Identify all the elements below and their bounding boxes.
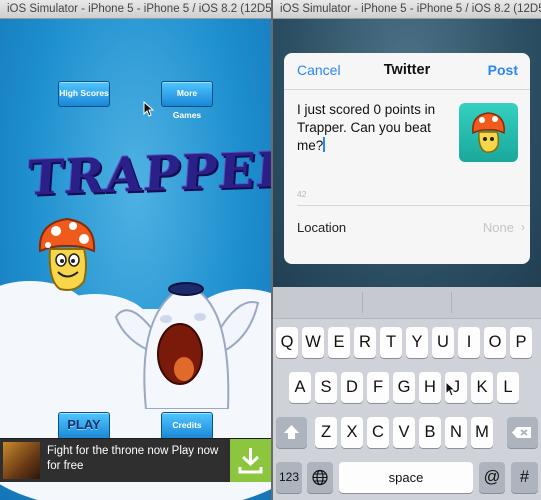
shift-key[interactable] bbox=[276, 417, 307, 448]
attached-image bbox=[459, 103, 518, 162]
chevron-right-icon: › bbox=[521, 220, 525, 234]
key-m[interactable]: M bbox=[471, 417, 493, 448]
play-button[interactable]: PLAY bbox=[58, 412, 110, 440]
tweet-text-field[interactable]: I just scored 0 points in Trapper. Can y… bbox=[297, 101, 457, 155]
keyboard: Q W E R T Y U I O P A S D F G H J K L Z … bbox=[273, 287, 541, 500]
key-b[interactable]: B bbox=[419, 417, 441, 448]
ad-banner[interactable]: Fight for the throne now Play now for fr… bbox=[0, 438, 271, 482]
key-f[interactable]: F bbox=[367, 372, 389, 403]
key-s[interactable]: S bbox=[315, 372, 337, 403]
key-x[interactable]: X bbox=[341, 417, 363, 448]
numbers-key[interactable]: 123 bbox=[276, 462, 302, 493]
divider bbox=[297, 205, 530, 206]
key-l[interactable]: L bbox=[497, 372, 519, 403]
compose-header: Cancel Twitter Post bbox=[284, 53, 530, 90]
key-y[interactable]: Y bbox=[406, 327, 428, 358]
text-cursor bbox=[323, 137, 326, 152]
game-screen: High Scores More Games TRAPPER PLAY Cred… bbox=[0, 19, 271, 500]
globe-icon bbox=[312, 469, 328, 486]
key-e[interactable]: E bbox=[328, 327, 350, 358]
key-r[interactable]: R bbox=[354, 327, 376, 358]
high-scores-button[interactable]: High Scores bbox=[58, 81, 110, 107]
key-o[interactable]: O bbox=[484, 327, 506, 358]
tweet-text: I just scored 0 points in Trapper. Can y… bbox=[297, 102, 436, 153]
key-h[interactable]: H bbox=[419, 372, 441, 403]
divider bbox=[362, 292, 363, 313]
simulator-window-left: iOS Simulator - iPhone 5 - iPhone 5 / iO… bbox=[0, 0, 271, 500]
mushroom-thumbnail-icon bbox=[472, 112, 505, 153]
window-title: iOS Simulator - iPhone 5 - iPhone 5 / iO… bbox=[0, 0, 271, 19]
location-value[interactable]: None bbox=[483, 220, 514, 235]
key-c[interactable]: C bbox=[367, 417, 389, 448]
globe-key[interactable] bbox=[307, 462, 333, 493]
ghost-character-icon bbox=[114, 282, 260, 409]
key-u[interactable]: U bbox=[432, 327, 454, 358]
key-g[interactable]: G bbox=[393, 372, 415, 403]
hash-key[interactable]: # bbox=[511, 462, 538, 493]
key-a[interactable]: A bbox=[289, 372, 311, 403]
download-button[interactable] bbox=[230, 439, 271, 482]
character-count: 42 bbox=[297, 189, 307, 199]
at-key[interactable]: @ bbox=[479, 462, 505, 493]
shift-arrow-icon bbox=[284, 425, 299, 439]
key-q[interactable]: Q bbox=[276, 327, 298, 358]
key-k[interactable]: K bbox=[471, 372, 493, 403]
ad-thumbnail bbox=[3, 442, 40, 479]
more-games-button[interactable]: More Games bbox=[161, 81, 213, 120]
key-t[interactable]: T bbox=[380, 327, 402, 358]
mouse-cursor-icon bbox=[143, 101, 155, 117]
predictive-bar[interactable] bbox=[273, 287, 541, 319]
mushroom-character-icon bbox=[38, 217, 96, 291]
mouse-cursor-icon bbox=[445, 381, 457, 397]
space-key[interactable]: space bbox=[339, 462, 473, 493]
twitter-compose-sheet: Cancel Twitter Post I just scored 0 poin… bbox=[284, 53, 530, 264]
key-n[interactable]: N bbox=[445, 417, 467, 448]
credits-button[interactable]: Credits bbox=[161, 412, 213, 440]
key-i[interactable]: I bbox=[458, 327, 480, 358]
key-w[interactable]: W bbox=[302, 327, 324, 358]
simulator-window-right: iOS Simulator - iPhone 5 - iPhone 5 / iO… bbox=[273, 0, 541, 500]
divider bbox=[451, 292, 452, 313]
key-v[interactable]: V bbox=[393, 417, 415, 448]
game-title: TRAPPER bbox=[25, 141, 271, 207]
location-label[interactable]: Location bbox=[297, 220, 346, 235]
key-d[interactable]: D bbox=[341, 372, 363, 403]
backspace-icon bbox=[512, 427, 531, 438]
delete-key[interactable] bbox=[507, 417, 538, 448]
key-p[interactable]: P bbox=[510, 327, 532, 358]
post-button[interactable]: Post bbox=[488, 62, 518, 78]
key-z[interactable]: Z bbox=[315, 417, 337, 448]
ad-text: Fight for the throne now Play now for fr… bbox=[47, 445, 219, 472]
download-icon bbox=[238, 448, 263, 474]
window-title: iOS Simulator - iPhone 5 - iPhone 5 / iO… bbox=[273, 0, 541, 19]
